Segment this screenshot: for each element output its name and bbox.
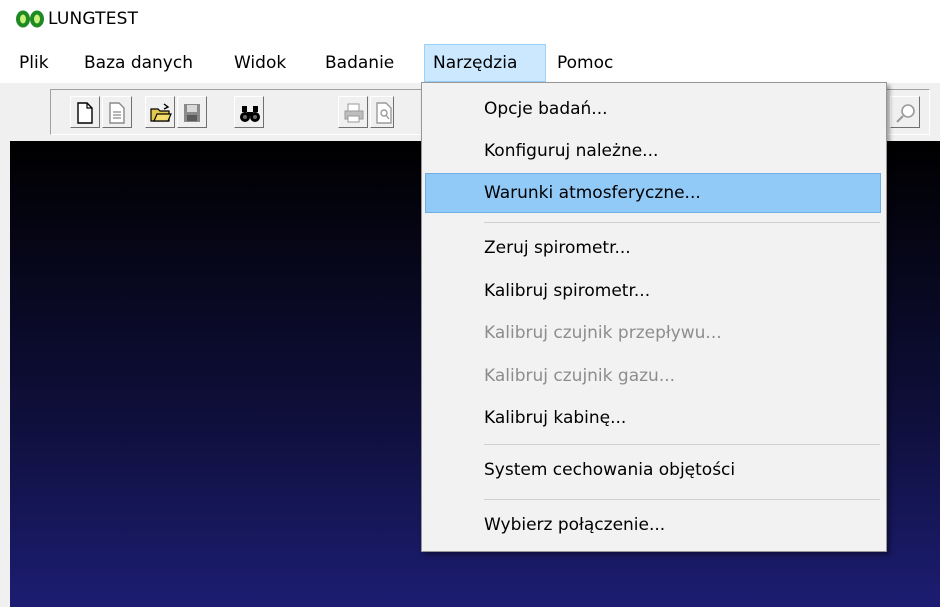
menu-bar: Plik Baza danych Widok Badanie Narzędzia…	[0, 44, 940, 82]
find-button[interactable]	[234, 96, 264, 128]
print-preview-button[interactable]	[370, 96, 394, 128]
open-folder-button[interactable]	[145, 96, 175, 128]
menu-narzedzia[interactable]: Narzędzia	[424, 44, 546, 82]
menu-baza-danych[interactable]: Baza danych	[76, 44, 201, 82]
document-icon	[109, 102, 125, 124]
menu-pomoc[interactable]: Pomoc	[549, 44, 621, 82]
menu-plik[interactable]: Plik	[11, 44, 57, 82]
new-document-button[interactable]	[70, 96, 100, 128]
open-folder-icon	[150, 103, 172, 122]
menu-item-kalibruj-czujnik-gazu: Kalibruj czujnik gazu...	[484, 366, 676, 386]
zoom-button[interactable]	[890, 96, 920, 128]
window-title: LUNGTEST	[48, 9, 139, 29]
menu-item-wybierz-polaczenie[interactable]: Wybierz połączenie...	[425, 505, 881, 545]
print-icon	[344, 103, 364, 123]
lungs-icon	[16, 10, 44, 28]
zoom-icon	[896, 104, 915, 123]
menu-item-warunki-atmosferyczne[interactable]: Warunki atmosferyczne...	[425, 173, 881, 213]
menu-item-system-cechowania-objetosci[interactable]: System cechowania objętości	[425, 450, 881, 490]
new-document-icon	[77, 102, 93, 124]
menu-item-kalibruj-kabine[interactable]: Kalibruj kabinę...	[425, 398, 881, 438]
menu-item-konfiguruj-nalezne[interactable]: Konfiguruj należne...	[425, 131, 881, 171]
title-bar: LUNGTEST	[0, 0, 940, 40]
workspace-left-border	[0, 141, 10, 607]
tools-dropdown-menu: Opcje badań... Konfiguruj należne... War…	[421, 82, 887, 552]
menu-widok[interactable]: Widok	[226, 44, 294, 82]
menu-item-opcje-badan[interactable]: Opcje badań...	[425, 89, 881, 129]
save-button[interactable]	[177, 96, 207, 128]
print-button[interactable]	[338, 96, 368, 128]
binoculars-find-icon	[240, 106, 260, 122]
menu-item-kalibruj-spirometr[interactable]: Kalibruj spirometr...	[425, 271, 881, 311]
menu-separator	[484, 444, 880, 445]
menu-item-kalibruj-czujnik-przeplywu: Kalibruj czujnik przepływu...	[484, 323, 722, 343]
menu-badanie[interactable]: Badanie	[317, 44, 402, 82]
menu-separator	[484, 499, 880, 500]
save-icon	[184, 104, 200, 122]
print-preview-icon	[376, 102, 392, 124]
menu-separator	[484, 222, 880, 223]
menu-item-zeruj-spirometr[interactable]: Zeruj spirometr...	[425, 228, 881, 268]
document-button[interactable]	[102, 96, 132, 128]
